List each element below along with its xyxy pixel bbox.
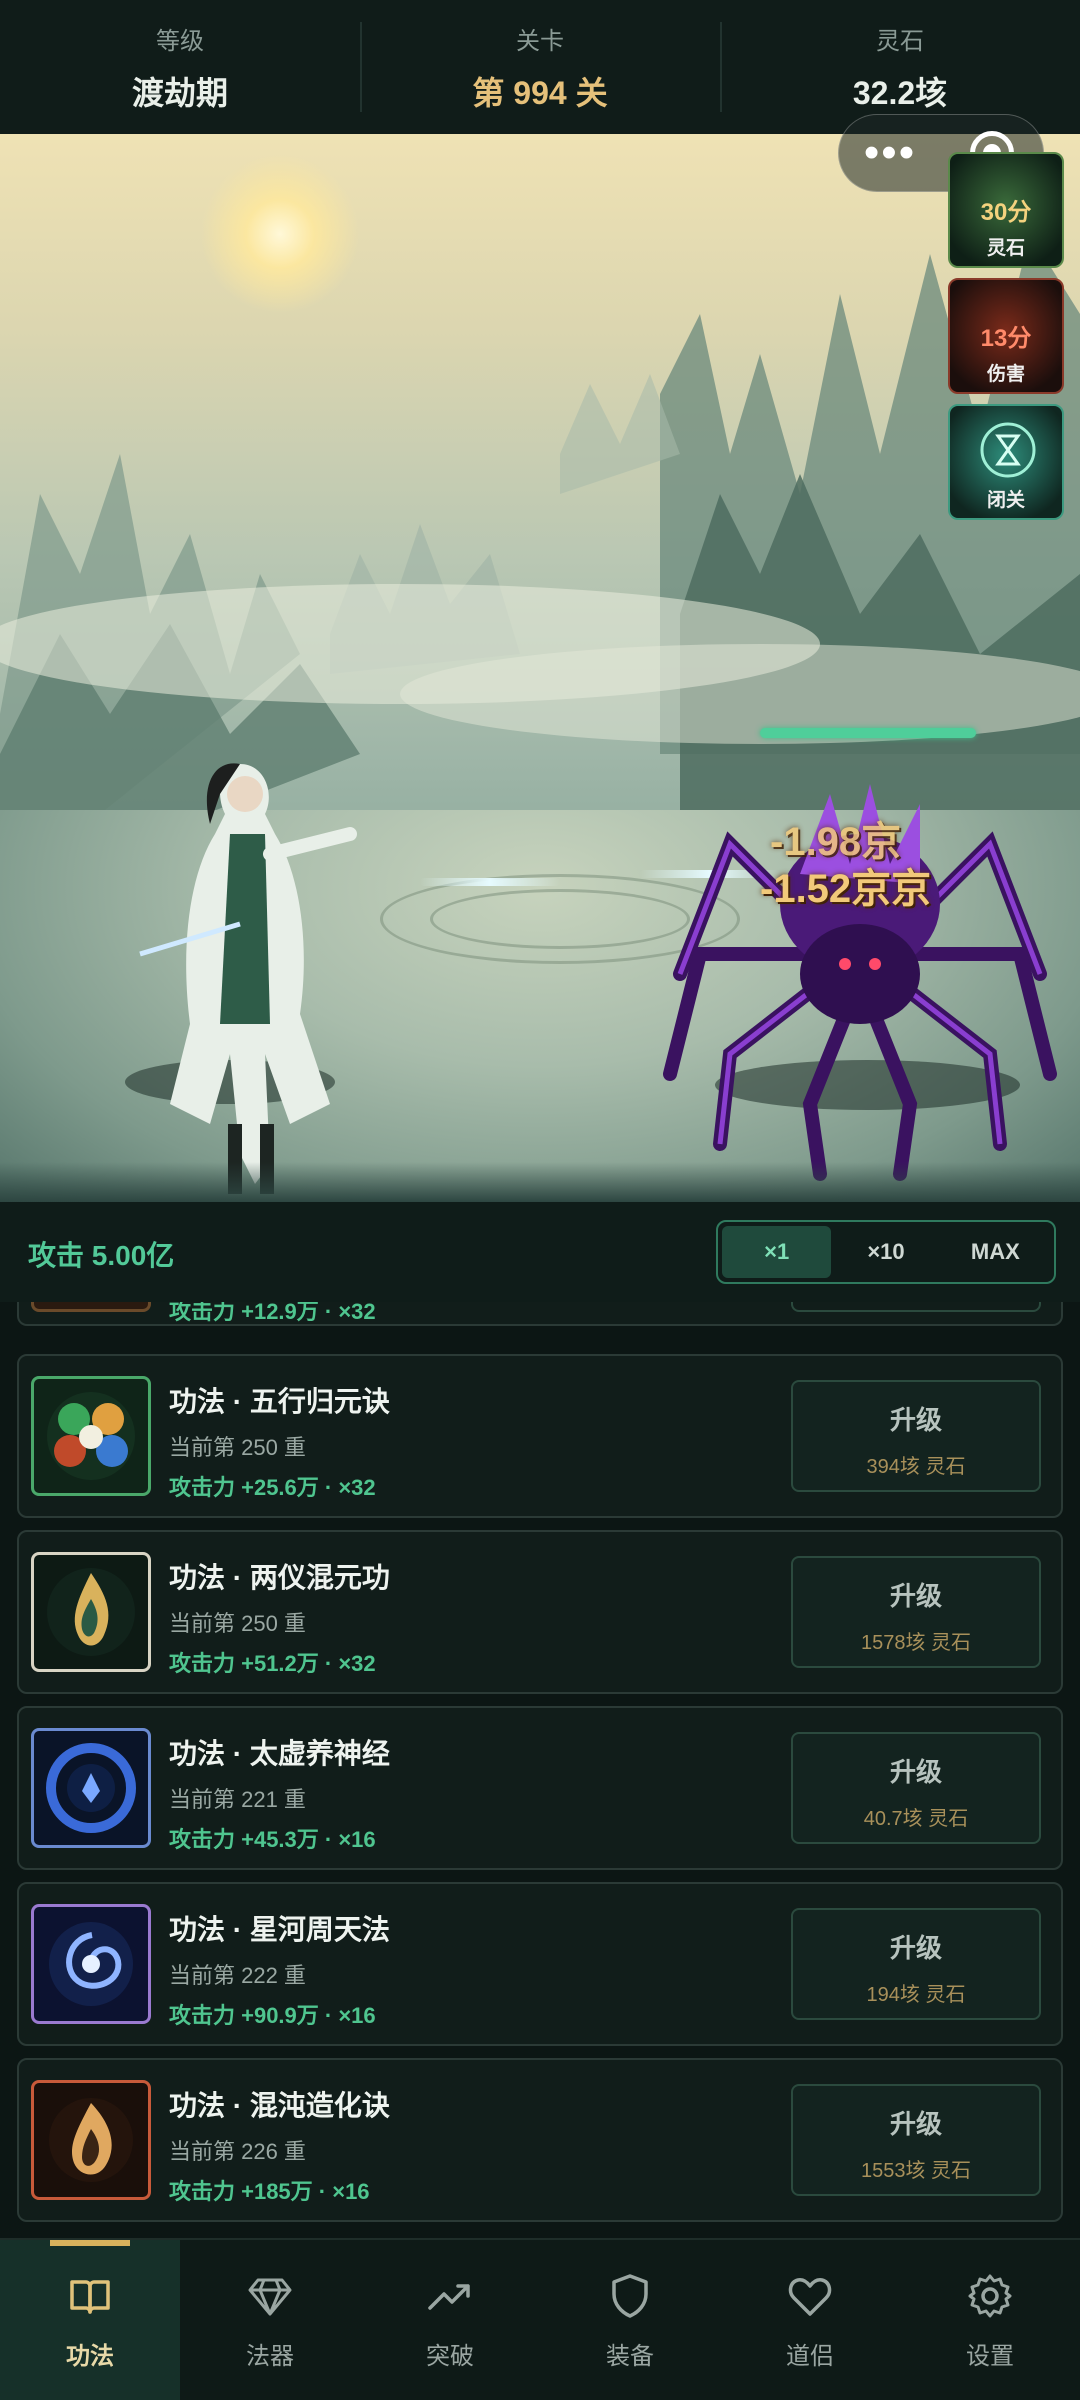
- skill-card: 功法 · 两仪混元功 当前第 250 重 攻击力 +51.2万 · ×32 升级…: [17, 1530, 1063, 1694]
- multiplier-max[interactable]: MAX: [941, 1226, 1050, 1278]
- heart-icon: [788, 2278, 832, 2316]
- damage-number: -1.52京京: [760, 867, 932, 911]
- upgrade-label: 升级: [889, 2109, 942, 2139]
- skill-title: 功法 · 五行归元诀: [169, 1386, 390, 1417]
- boost-damage-value: 13分: [980, 325, 1032, 352]
- skill-attack: 攻击力 +51.2万 · ×32: [169, 1651, 376, 1676]
- boost-damage-button[interactable]: 13分 伤害: [948, 278, 1064, 394]
- skill-card: 功法 · 星河周天法 当前第 222 重 攻击力 +90.9万 · ×16 升级…: [17, 1882, 1063, 2046]
- skill-attack: 攻击力 +45.3万 · ×16: [169, 1827, 376, 1852]
- upgrade-button[interactable]: 升级 394垓 灵石: [791, 1380, 1041, 1492]
- battle-scene: -1.98京 -1.52京京: [0, 134, 1080, 1202]
- nav-item-artifacts[interactable]: 法器: [180, 2240, 360, 2400]
- skill-attack: 攻击力 +25.6万 · ×32: [169, 1475, 376, 1500]
- upgrade-button[interactable]: 升级 1578垓 灵石: [791, 1556, 1041, 1668]
- multiplier-x10[interactable]: ×10: [831, 1226, 940, 1278]
- skill-card: 功法 · 混沌造化诀 当前第 226 重 攻击力 +185万 · ×16 升级 …: [17, 2058, 1063, 2222]
- stat-stones-label: 灵石: [876, 27, 924, 55]
- multiplier-x1[interactable]: ×1: [722, 1226, 832, 1278]
- skill-card-partial: 攻击力 +12.9万 · ×32: [17, 1302, 1063, 1326]
- nav-item-settings[interactable]: 设置: [900, 2240, 1080, 2400]
- stat-stage-label: 关卡: [516, 27, 564, 55]
- five-elements-icon: [31, 1376, 151, 1496]
- golden-flame-icon: [31, 1552, 151, 1672]
- stat-realm: 等级 渡劫期: [0, 0, 360, 134]
- arena-circle-inner: [430, 889, 690, 949]
- boost-damage-label: 伤害: [986, 364, 1025, 385]
- stat-stage: 关卡 第 994 关: [360, 0, 720, 134]
- stat-realm-label: 等级: [156, 27, 204, 55]
- multiplier-toggle: ×1 ×10 MAX: [716, 1220, 1056, 1284]
- nav-label: 功法: [66, 2343, 114, 2370]
- enemy-health-bar: [760, 728, 976, 738]
- skill-title: 功法 · 混沌造化诀: [169, 2090, 390, 2121]
- upgrade-label: 升级: [889, 1757, 942, 1787]
- more-dots-icon[interactable]: •••: [839, 114, 941, 192]
- skill-level: 当前第 250 重: [169, 1611, 306, 1636]
- skill-level: 当前第 221 重: [169, 1787, 306, 1812]
- partial-skill-attack: 攻击力 +12.9万 · ×32: [169, 1302, 376, 1324]
- upgrade-cost: 194垓 灵石: [866, 1984, 966, 2006]
- skill-attack: 攻击力 +90.9万 · ×16: [169, 2003, 376, 2028]
- skill-card: 功法 · 太虚养神经 当前第 221 重 攻击力 +45.3万 · ×16 升级…: [17, 1706, 1063, 1870]
- skill-card: 功法 · 五行归元诀 当前第 250 重 攻击力 +25.6万 · ×32 升级…: [17, 1354, 1063, 1518]
- stat-stage-value: 第 994 关: [472, 74, 608, 111]
- nav-item-equipment[interactable]: 装备: [540, 2240, 720, 2400]
- upgrade-cost: 1578垓 灵石: [860, 1632, 972, 1654]
- scene-fade: [0, 1162, 1080, 1202]
- upgrade-button[interactable]: 升级 1553垓 灵石: [791, 2084, 1041, 2196]
- upgrade-button[interactable]: 升级 194垓 灵石: [791, 1908, 1041, 2020]
- skill-level: 当前第 226 重: [169, 2139, 306, 2164]
- attack-total: 攻击 5.00亿: [28, 1240, 175, 1271]
- nav-item-skills[interactable]: 功法: [0, 2240, 180, 2400]
- skill-attack: 攻击力 +185万 · ×16: [169, 2179, 370, 2204]
- chaos-flame-icon: [31, 2080, 151, 2200]
- nav-label: 突破: [426, 2343, 474, 2370]
- boost-stones-value: 30分: [980, 199, 1032, 226]
- player-cultivator: [139, 763, 357, 1194]
- hourglass-icon: [980, 422, 1036, 478]
- sword-qi-slash: [420, 878, 560, 886]
- boost-stones-button[interactable]: 30分 灵石: [948, 152, 1064, 268]
- skill-title: 功法 · 星河周天法: [169, 1914, 390, 1945]
- nav-label: 设置: [966, 2343, 1014, 2370]
- upgrade-label: 升级: [889, 1581, 942, 1611]
- trend-up-icon: [428, 2284, 470, 2310]
- attack-bar: 攻击 5.00亿 ×1 ×10 MAX: [0, 1202, 1080, 1302]
- partial-upgrade-button[interactable]: [791, 1302, 1041, 1312]
- bottom-nav: 功法 法器 突破 装备 道侣 设置: [0, 2238, 1080, 2400]
- skill-level: 当前第 250 重: [169, 1435, 306, 1460]
- book-icon: [70, 2280, 110, 2314]
- gem-icon: [248, 2278, 292, 2316]
- nav-label: 法器: [246, 2343, 294, 2370]
- boost-stones-label: 灵石: [986, 238, 1025, 259]
- void-orb-icon: [31, 1728, 151, 1848]
- upgrade-label: 升级: [889, 1933, 942, 1963]
- galaxy-swirl-icon: [31, 1904, 151, 2024]
- nav-label: 装备: [606, 2343, 654, 2370]
- partial-skill-icon: [31, 1302, 151, 1312]
- nav-item-companion[interactable]: 道侣: [720, 2240, 900, 2400]
- gear-icon: [968, 2274, 1012, 2318]
- upgrade-label: 升级: [889, 1405, 942, 1435]
- skill-title: 功法 · 太虚养神经: [169, 1738, 390, 1769]
- upgrade-button[interactable]: 升级 40.7垓 灵石: [791, 1732, 1041, 1844]
- stat-realm-value: 渡劫期: [131, 74, 228, 111]
- skill-title: 功法 · 两仪混元功: [169, 1562, 390, 1593]
- skill-level: 当前第 222 重: [169, 1963, 306, 1988]
- seclusion-label: 闭关: [986, 490, 1025, 511]
- upgrade-cost: 1553垓 灵石: [860, 2160, 972, 2182]
- nav-label: 道侣: [786, 2343, 834, 2370]
- nav-item-breakthrough[interactable]: 突破: [360, 2240, 540, 2400]
- seclusion-button[interactable]: 闭关: [948, 404, 1064, 520]
- upgrade-cost: 40.7垓 灵石: [863, 1808, 969, 1830]
- upgrade-cost: 394垓 灵石: [866, 1456, 966, 1478]
- shield-icon: [612, 2274, 648, 2318]
- stat-stones-value: 32.2垓: [852, 74, 948, 111]
- skill-list[interactable]: 攻击力 +12.9万 · ×32 功法 · 五行归元诀 当前第 250 重 攻击…: [0, 1302, 1080, 2238]
